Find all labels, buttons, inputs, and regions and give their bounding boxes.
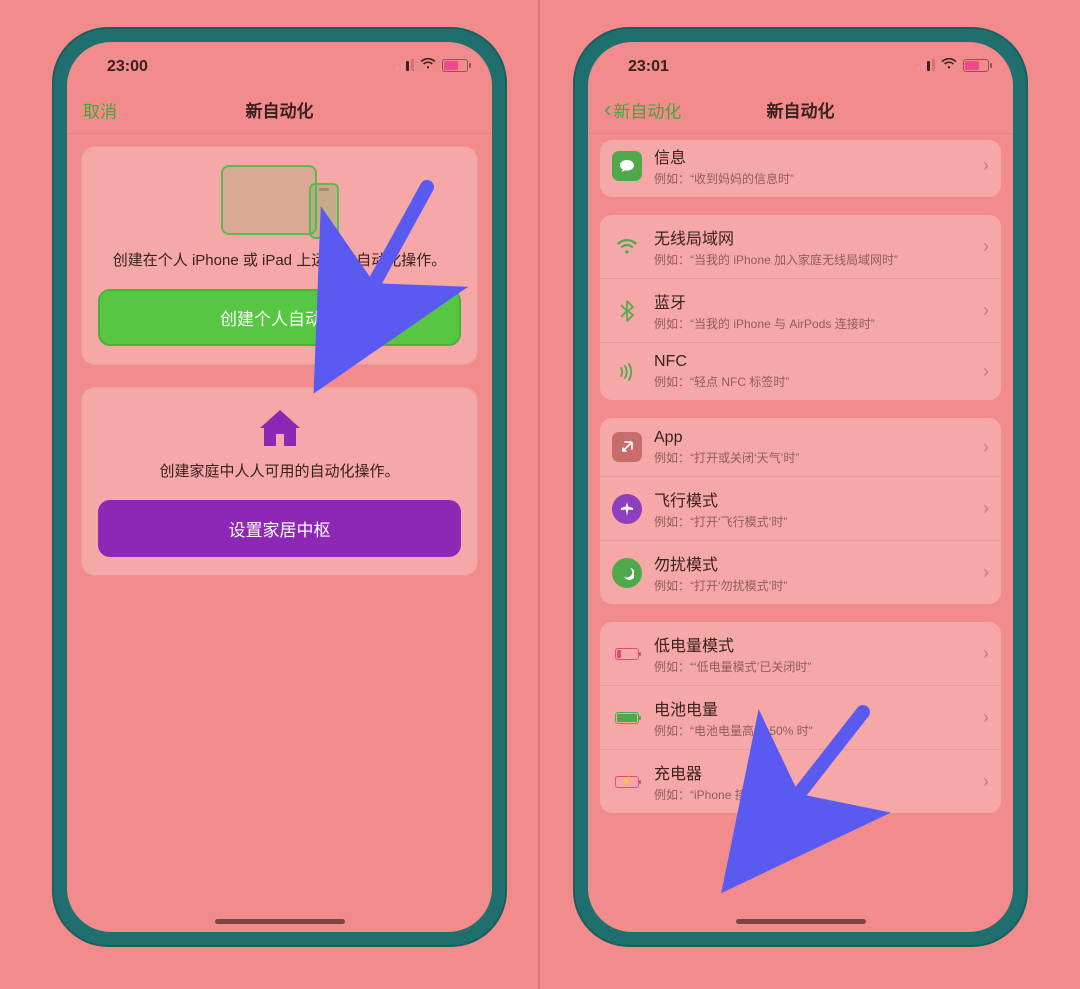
phone-screen: 23:00 取消 新自动化 [67, 42, 492, 932]
chevron-right-icon: › [983, 300, 989, 321]
chevron-right-icon: › [983, 562, 989, 583]
page-title: 新自动化 [246, 97, 314, 122]
bluetooth-icon [612, 296, 642, 326]
chevron-right-icon: › [983, 771, 989, 792]
trigger-row-charger[interactable]: ⚡ 充电器 例如：“iPhone 接入电源时” › [600, 749, 1001, 813]
home-indicator[interactable] [215, 919, 345, 924]
row-subtitle: 例如：“打开‘勿扰模式’时” [654, 577, 983, 594]
trigger-group-settings: App 例如：“打开或关闭‘天气’时” › 飞行模式 例如：“打开‘飞行模式’时… [600, 418, 1001, 604]
phone-frame: 23:01 ‹ 新自动化 新自动化 [573, 27, 1028, 947]
row-subtitle: 例如：“iPhone 接入电源时” [654, 786, 983, 803]
phone-screen: 23:01 ‹ 新自动化 新自动化 [588, 42, 1013, 932]
chevron-right-icon: › [983, 498, 989, 519]
nav-header: 取消 新自动化 [67, 86, 492, 134]
chevron-right-icon: › [983, 361, 989, 382]
status-icons [396, 58, 468, 72]
trigger-row-airplane[interactable]: 飞行模式 例如：“打开‘飞行模式’时” › [600, 476, 1001, 540]
trigger-row-bluetooth[interactable]: 蓝牙 例如：“当我的 iPhone 与 AirPods 连接时” › [600, 278, 1001, 342]
trigger-group-power: 低电量模式 例如：“‘低电量模式’已关闭时” › 电池电量 例如：“电池电量高于… [600, 622, 1001, 813]
back-button[interactable]: ‹ 新自动化 [604, 97, 681, 122]
row-subtitle: 例如：“电池电量高于 50% 时” [654, 722, 983, 739]
devices-illustration [98, 165, 461, 235]
chevron-right-icon: › [983, 236, 989, 257]
row-subtitle: 例如：“轻点 NFC 标签时” [654, 373, 983, 390]
trigger-group-communication: 信息 例如：“收到妈妈的信息时” › [600, 140, 1001, 197]
status-time: 23:00 [107, 58, 148, 76]
chevron-right-icon: › [983, 643, 989, 664]
cancel-button[interactable]: 取消 [83, 97, 117, 122]
signal-icon [396, 59, 414, 71]
moon-icon [612, 558, 642, 588]
row-subtitle: 例如：“当我的 iPhone 加入家庭无线局域网时” [654, 251, 983, 268]
home-icon [256, 406, 304, 450]
trigger-row-low-power[interactable]: 低电量模式 例如：“‘低电量模式’已关闭时” › [600, 622, 1001, 685]
row-title: 低电量模式 [654, 632, 983, 656]
wifi-icon [420, 58, 436, 72]
wifi-icon [941, 58, 957, 72]
trigger-row-dnd[interactable]: 勿扰模式 例如：“打开‘勿扰模式’时” › [600, 540, 1001, 604]
battery-icon [963, 59, 989, 72]
trigger-row-nfc[interactable]: NFC 例如：“轻点 NFC 标签时” › [600, 342, 1001, 400]
row-title: 电池电量 [654, 696, 983, 720]
status-time: 23:01 [628, 58, 669, 76]
row-title: NFC [654, 353, 983, 371]
trigger-row-wifi[interactable]: 无线局域网 例如：“当我的 iPhone 加入家庭无线局域网时” › [600, 215, 1001, 278]
home-indicator[interactable] [736, 919, 866, 924]
nfc-icon [612, 357, 642, 387]
row-title: 勿扰模式 [654, 551, 983, 575]
nav-header: ‹ 新自动化 新自动化 [588, 86, 1013, 134]
row-title: 信息 [654, 144, 983, 168]
row-title: 无线局域网 [654, 225, 983, 249]
low-power-icon [612, 639, 642, 669]
app-icon [612, 432, 642, 462]
trigger-row-app[interactable]: App 例如：“打开或关闭‘天气’时” › [600, 418, 1001, 476]
chevron-right-icon: › [983, 155, 989, 176]
back-label: 新自动化 [613, 97, 681, 122]
message-icon [612, 151, 642, 181]
charger-icon: ⚡ [612, 767, 642, 797]
row-subtitle: 例如：“当我的 iPhone 与 AirPods 连接时” [654, 315, 983, 332]
status-icons [917, 58, 989, 72]
chevron-right-icon: › [983, 437, 989, 458]
battery-icon [442, 59, 468, 72]
row-title: 蓝牙 [654, 289, 983, 313]
trigger-row-battery-level[interactable]: 电池电量 例如：“电池电量高于 50% 时” › [600, 685, 1001, 749]
personal-desc: 创建在个人 iPhone 或 iPad 上运行的自动化操作。 [98, 249, 461, 273]
home-desc: 创建家庭中人人可用的自动化操作。 [98, 460, 461, 484]
row-subtitle: 例如：“打开或关闭‘天气’时” [654, 449, 983, 466]
setup-home-hub-button[interactable]: 设置家居中枢 [98, 500, 461, 557]
row-subtitle: 例如：“收到妈妈的信息时” [654, 170, 983, 187]
airplane-icon [612, 494, 642, 524]
chevron-right-icon: › [983, 707, 989, 728]
row-title: App [654, 429, 983, 447]
chevron-left-icon: ‹ [604, 99, 611, 121]
personal-automation-card: 创建在个人 iPhone 或 iPad 上运行的自动化操作。 创建个人自动化 [81, 146, 478, 365]
home-automation-card: 创建家庭中人人可用的自动化操作。 设置家居中枢 [81, 387, 478, 576]
sheet-body: 创建在个人 iPhone 或 iPad 上运行的自动化操作。 创建个人自动化 创… [67, 134, 492, 932]
sheet-body: 信息 例如：“收到妈妈的信息时” › 无线局域网 例如：“当我的 iPhon [588, 134, 1013, 932]
trigger-group-connectivity: 无线局域网 例如：“当我的 iPhone 加入家庭无线局域网时” › 蓝牙 例如… [600, 215, 1001, 400]
status-bar: 23:01 [588, 42, 1013, 86]
status-bar: 23:00 [67, 42, 492, 86]
row-subtitle: 例如：“打开‘飞行模式’时” [654, 513, 983, 530]
phone-left: 23:00 取消 新自动化 [52, 27, 507, 947]
row-subtitle: 例如：“‘低电量模式’已关闭时” [654, 658, 983, 675]
battery-level-icon [612, 703, 642, 733]
ipad-icon [221, 165, 317, 235]
iphone-icon [309, 183, 339, 239]
signal-icon [917, 59, 935, 71]
phone-frame: 23:00 取消 新自动化 [52, 27, 507, 947]
trigger-row-message[interactable]: 信息 例如：“收到妈妈的信息时” › [600, 140, 1001, 197]
create-personal-button[interactable]: 创建个人自动化 [98, 289, 461, 346]
phone-right: 23:01 ‹ 新自动化 新自动化 [573, 27, 1028, 947]
page-title: 新自动化 [767, 97, 835, 122]
screenshot-divider [538, 0, 540, 989]
row-title: 充电器 [654, 760, 983, 784]
wifi-icon [612, 232, 642, 262]
row-title: 飞行模式 [654, 487, 983, 511]
